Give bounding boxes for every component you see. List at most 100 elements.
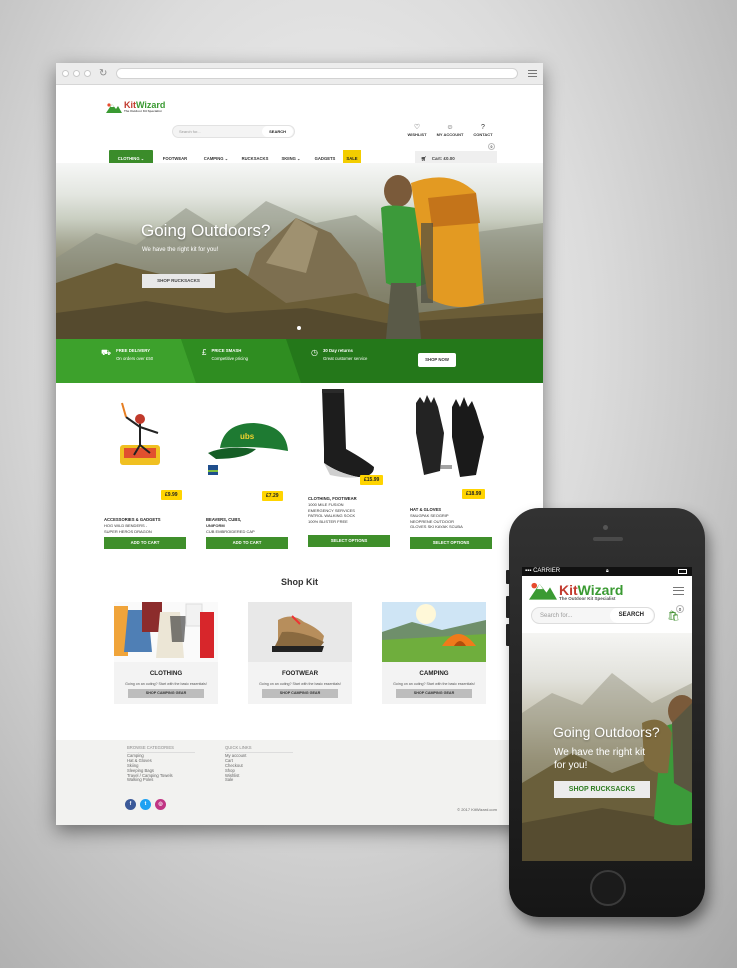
price-tag: £15.99 — [360, 475, 384, 485]
benefit-returns: ◷ 30 Day returns Great customer service — [311, 348, 367, 361]
product-title-line: 100% BLISTER FREE — [308, 518, 348, 524]
mobile-hero-title: Going Outdoors? — [553, 724, 660, 740]
contact-label: CONTACT — [473, 132, 493, 137]
shop-gear-button[interactable]: SHOP CAMPING GEAR — [128, 689, 204, 698]
twitter-icon[interactable]: t — [140, 799, 151, 810]
footer-quick-links: QUICK LINKS My account Cart Checkout Sho… — [225, 745, 293, 783]
kit-title: FOOTWEAR — [281, 670, 319, 677]
search-button[interactable]: SEARCH — [262, 126, 293, 137]
signal-icon: ▪▪▪ — [525, 568, 534, 574]
product-category: HAT & GLOVES — [410, 507, 442, 512]
product-grid: £9.99 ACCESSORIES & GADGETS HOG WILD BEN… — [56, 383, 543, 573]
mobile-search-button[interactable]: SEARCH — [609, 608, 653, 623]
desktop-browser-window: ↻ KitWizard The Outdoor Kit Specialist S… — [56, 63, 543, 825]
shop-gear-button[interactable]: SHOP CAMPING GEAR — [262, 689, 338, 698]
kit-card-camping[interactable]: CAMPING Going on an outing? Start with t… — [382, 602, 486, 704]
mountain-logo-icon — [106, 102, 122, 113]
price-tag: £7.29 — [262, 491, 283, 501]
mobile-hero-banner: Going Outdoors? We have the right kit fo… — [522, 633, 692, 861]
mobile-search-bar: Search for... SEARCH — [531, 607, 655, 624]
product-title-line: EMERGENCY SERVICES — [308, 507, 355, 513]
product-category: ACCESSORIES & GADGETS — [104, 517, 161, 522]
phone-home-button[interactable] — [590, 870, 626, 906]
svg-text:ubs: ubs — [240, 432, 255, 441]
reload-icon[interactable]: ↻ — [99, 68, 107, 79]
select-options-button[interactable]: SELECT OPTIONS — [308, 535, 390, 547]
facebook-icon[interactable]: f — [125, 799, 136, 810]
footer-link[interactable]: Sale — [225, 778, 293, 783]
mobile-cart-count-badge: 0 — [676, 605, 684, 613]
product-title-line: UNIFORM — [206, 523, 225, 528]
wishlist-link[interactable]: ♡ WISHLIST — [404, 123, 430, 137]
benefit-subtitle: Great customer service — [322, 356, 368, 361]
benefit-title: PRICE SMASH — [211, 348, 242, 353]
search-bar: Search for... SEARCH — [172, 125, 295, 138]
benefit-title: FREE DELIVERY — [116, 348, 151, 353]
cart-total: Cart: £0.00 — [431, 156, 455, 161]
shop-rucksacks-button[interactable]: SHOP RUCKSACKS — [142, 274, 215, 288]
mobile-search-input[interactable]: Search for... — [532, 613, 610, 619]
mountain-logo-icon — [529, 580, 557, 605]
product-image-walking-sock[interactable] — [308, 389, 390, 479]
kit-title: CLOTHING — [149, 670, 183, 677]
product-image-cub-cap[interactable]: ubs — [206, 393, 288, 483]
site-header: KitWizard The Outdoor Kit Specialist Sea… — [56, 85, 543, 166]
cart-count-badge: 0 — [488, 143, 495, 150]
site-logo[interactable]: KitWizard The Outdoor Kit Specialist — [106, 101, 165, 113]
logo-tagline: The Outdoor Kit Specialist — [559, 596, 616, 602]
add-to-cart-button[interactable]: ADD TO CART — [206, 537, 288, 549]
kit-image-footwear — [248, 602, 352, 662]
product-image-dragon-bender[interactable] — [104, 393, 186, 483]
carousel-dot[interactable] — [297, 326, 301, 330]
browser-toolbar: ↻ — [56, 63, 543, 85]
phone-mute-switch — [506, 570, 510, 584]
window-dot-close[interactable] — [62, 70, 69, 77]
mobile-shop-rucksacks-button[interactable]: SHOP RUCKSACKS — [554, 781, 650, 798]
mobile-site-logo[interactable]: KitWizard The Outdoor Kit Specialist — [529, 580, 623, 605]
window-dot-maximize[interactable] — [84, 70, 91, 77]
product-title-line: SUPER HEROS DRAGON — [104, 528, 152, 534]
benefit-subtitle: On orders over £50 — [116, 356, 154, 361]
shop-gear-button[interactable]: SHOP CAMPING GEAR — [396, 689, 472, 698]
kit-subtitle: Going on an outing? Start with the basic… — [259, 682, 341, 686]
phone-screen: ▪▪▪ CARRIER 🔒︎ KitWizard The Outdoor Kit… — [522, 567, 692, 861]
carrier-label: CARRIER — [533, 568, 561, 574]
product-title[interactable]: 1000 MILE FUSION EMERGENCY SERVICES PATROL… — [308, 502, 355, 524]
product-category: BEAVERS, CUBS, — [206, 517, 242, 522]
contact-link[interactable]: ? CONTACT — [470, 123, 496, 137]
select-options-button[interactable]: SELECT OPTIONS — [410, 537, 492, 549]
search-input[interactable]: Search for... — [173, 129, 262, 134]
shop-now-button[interactable]: SHOP NOW — [418, 353, 456, 367]
product-card: £9.99 ACCESSORIES & GADGETS HOG WILD BEN… — [104, 393, 186, 555]
instagram-icon[interactable]: ◎ — [155, 799, 166, 810]
footer-link[interactable]: Walking Poles — [127, 778, 195, 783]
logo-tagline: The Outdoor Kit Specialist — [124, 109, 162, 113]
hero-title: Going Outdoors? — [141, 221, 271, 240]
benefits-background — [56, 339, 543, 383]
account-link[interactable]: ☺ MY ACCOUNT — [437, 123, 464, 137]
product-title[interactable]: SNUGPAK SEOGRIP NEOPRENE OUTDOOR GLOVES SK… — [410, 513, 463, 530]
address-bar[interactable] — [116, 68, 518, 79]
kit-title: CAMPING — [419, 670, 449, 677]
phone-camera — [603, 525, 608, 530]
copyright-text: © 2017 KitWizard.com — [457, 807, 497, 812]
footer-heading: BROWSE CATEGORIES — [127, 745, 195, 753]
hamburger-menu-icon[interactable] — [673, 587, 684, 595]
truck-icon: ⛟ — [101, 348, 112, 357]
product-title[interactable]: UNIFORM CUB EMBROIDERED CAP — [206, 523, 255, 534]
kit-card-footwear[interactable]: FOOTWEAR Going on an outing? Start with … — [248, 602, 352, 704]
hero-subtitle: We have the right kit for you! — [142, 247, 219, 253]
kit-card-clothing[interactable]: CLOTHING Going on an outing? Start with … — [114, 602, 218, 704]
header-icon-links: ♡ WISHLIST ☺ MY ACCOUNT ? CONTACT — [404, 123, 496, 137]
product-image-neoprene-gloves[interactable] — [410, 393, 492, 483]
benefit-price-smash: £ PRICE SMASH Competitive pricing — [202, 348, 248, 361]
question-icon: ? — [481, 124, 485, 131]
add-to-cart-button[interactable]: ADD TO CART — [104, 537, 186, 549]
clock-icon: ◷ — [311, 348, 318, 357]
product-title[interactable]: HOG WILD BENDERS - SUPER HEROS DRAGON — [104, 523, 152, 534]
browser-menu-icon[interactable] — [528, 70, 537, 77]
product-title-line: HOG WILD BENDERS - — [104, 523, 148, 528]
price-tag-icon: £ — [202, 348, 207, 357]
window-dot-minimize[interactable] — [73, 70, 80, 77]
phone-volume-down — [506, 624, 510, 646]
